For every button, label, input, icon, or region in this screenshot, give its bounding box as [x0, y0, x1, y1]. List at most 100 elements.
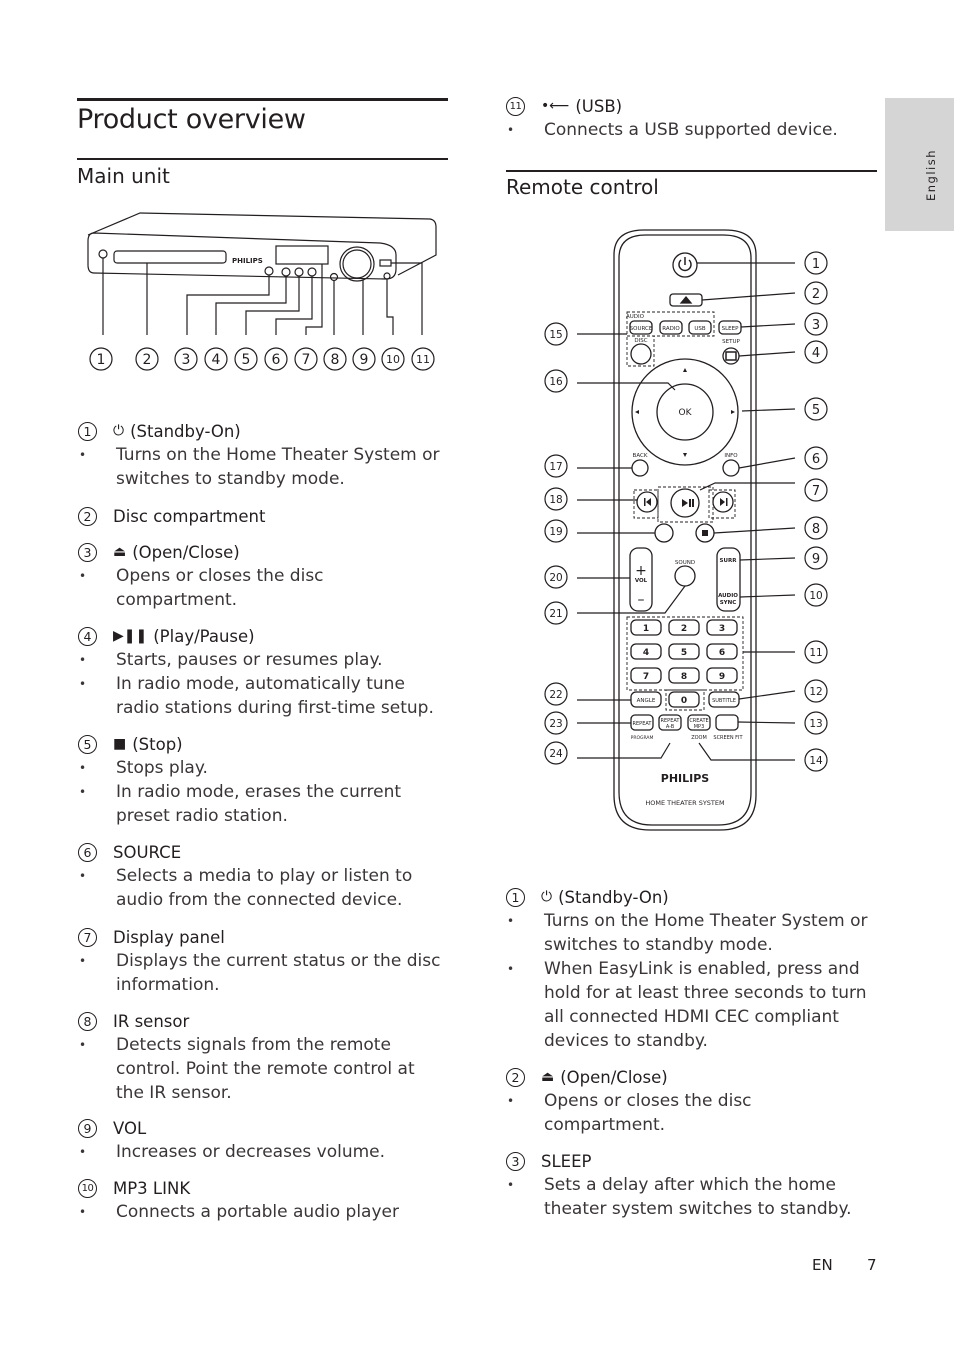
bullet-dot: • — [507, 1094, 515, 1108]
bullet-item: • Sets a delay after which the home theat… — [506, 1173, 871, 1221]
item-title: (Standby-On) — [130, 421, 241, 441]
bullet-text: Opens or closes the disc compartment. — [544, 1091, 752, 1135]
bullet-text: Opens or closes the disc compartment. — [116, 566, 324, 610]
item-7: 7 Display panel • Displays the current stat… — [78, 925, 443, 997]
item-title: (Play/Pause) — [153, 626, 255, 646]
bullet-item: • When EasyLink is enabled, press and hol… — [506, 957, 871, 1053]
remote-callout: 14 — [809, 755, 823, 767]
bullet-dot: • — [79, 653, 87, 667]
bullet-item: • Starts, pauses or resumes play. — [78, 648, 448, 672]
item-2: 2 Disc compartment — [78, 504, 458, 528]
item-3: 3 SLEEP • Sets a delay after which the home… — [506, 1149, 871, 1221]
back-button — [631, 459, 649, 477]
remote-callout: 20 — [549, 572, 562, 584]
standby-button — [98, 249, 108, 259]
item-heading: 10 MP3 LINK — [78, 1176, 443, 1200]
remote-callout: 15 — [549, 329, 562, 341]
remote-label: AUDIO — [626, 314, 645, 320]
item-heading: 9 VOL — [78, 1116, 443, 1140]
item-title: SOURCE — [113, 842, 182, 862]
bullet-item: • Turns on the Home Theater System or swi… — [506, 909, 871, 957]
remote-label: SUBTITLE — [712, 698, 736, 704]
item-number-badge: 4 — [78, 626, 97, 646]
disc-button — [630, 343, 652, 365]
item-4: 4 ▶❚❚ (Play/Pause) • Starts, pauses or resum… — [78, 624, 448, 720]
info-button — [722, 459, 740, 477]
remote-label: SOUND — [675, 560, 695, 566]
item-heading: 3 ⏏ (Open/Close) — [78, 540, 443, 564]
remote-label: SETUP — [722, 339, 740, 345]
item-heading: 6 SOURCE — [78, 840, 443, 864]
sound-button — [674, 565, 696, 587]
play-pause-icon: ▶❚❚ — [113, 628, 148, 644]
unit-callout: 1 — [97, 352, 106, 368]
bullet-text: Displays the current status or the disc … — [116, 951, 441, 995]
digit-key: 8 — [681, 672, 687, 682]
item-number-badge: 10 — [78, 1178, 97, 1198]
unit-callout: 3 — [182, 352, 191, 368]
item-9: 9 VOL • Increases or decreases volume. — [78, 1116, 443, 1164]
remote-label: PROGRAM — [631, 735, 654, 741]
usb-icon: •⟵ — [541, 98, 570, 114]
bullet-text: Detects signals from the remote control.… — [116, 1035, 415, 1103]
item-heading: 1 ⏻ (Standby-On) — [78, 419, 443, 443]
bullet-item: • Displays the current status or the disc… — [78, 949, 443, 997]
item-number-badge: 7 — [78, 927, 97, 947]
bullet-item: • Opens or closes the disc compartment. — [78, 564, 443, 612]
item-6: 6 SOURCE • Selects a media to play or liste… — [78, 840, 443, 912]
remote-callout: 11 — [809, 647, 822, 659]
remote-callout: 7 — [812, 484, 820, 499]
unit-callout: 9 — [360, 352, 369, 368]
bullet-text: Connects a USB supported device. — [544, 120, 838, 140]
bullet-text: Turns on the Home Theater System or swit… — [544, 911, 868, 955]
bullet-dot: • — [79, 448, 87, 462]
unit-callout: 2 — [143, 352, 152, 368]
mp3-link-jack — [383, 272, 391, 280]
item-title: (USB) — [575, 96, 623, 116]
remote-label: REPEAT — [633, 721, 653, 727]
remote-label: ZOOM — [691, 735, 707, 741]
item-number-badge: 1 — [506, 887, 525, 907]
item-number-badge: 8 — [78, 1011, 97, 1031]
page-number: 7 — [867, 1256, 877, 1274]
digit-key: 7 — [643, 672, 649, 682]
item-title: (Standby-On) — [558, 887, 669, 907]
remote-callout: 8 — [812, 522, 820, 537]
item-heading: 4 ▶❚❚ (Play/Pause) — [78, 624, 448, 648]
title-rule — [77, 98, 448, 101]
remote-label: SURR — [720, 558, 738, 564]
bullet-item: • Connects a USB supported device. — [506, 118, 871, 142]
bullet-item: • Detects signals from the remote control… — [78, 1033, 443, 1105]
main-unit-diagram: PHILIPS 1 2 3 4 5 6 7 8 9 10 11 — [87, 212, 437, 371]
bullet-text: Connects a portable audio player — [116, 1202, 399, 1222]
item-11: 11 •⟵ (USB) • Connects a USB supported devic… — [506, 94, 871, 142]
power-icon: ⏻ — [113, 423, 125, 439]
bullet-dot: • — [507, 1178, 515, 1192]
eject-icon: ⏏ — [113, 544, 127, 560]
digit-key: 3 — [719, 624, 725, 634]
bullet-item: • Turns on the Home Theater System or swi… — [78, 443, 443, 491]
item-5: 5 ■ (Stop) • Stops play. • In radio mode, eras… — [78, 732, 443, 828]
unit-callout: 8 — [331, 352, 340, 368]
svg-text:–: – — [638, 592, 645, 608]
svg-text:+: + — [635, 563, 647, 579]
item-title: (Open/Close) — [132, 542, 240, 562]
remote-control-heading: Remote control — [506, 175, 659, 199]
bullet-dot: • — [79, 954, 87, 968]
unit-callout: 6 — [272, 352, 281, 368]
bullet-text: Turns on the Home Theater System or swit… — [116, 445, 440, 489]
remote-model-text: HOME THEATER SYSTEM — [645, 799, 724, 807]
remote-callout: 23 — [549, 718, 562, 730]
remote-callout: 17 — [549, 461, 562, 473]
item-title: Display panel — [113, 927, 225, 947]
item-heading: 7 Display panel — [78, 925, 443, 949]
item-heading: 2 ⏏ (Open/Close) — [506, 1065, 871, 1089]
remote-callout: 6 — [812, 452, 820, 467]
item-number-badge: 2 — [506, 1067, 525, 1087]
digit-key: 0 — [681, 696, 687, 706]
item-10: 10 MP3 LINK • Connects a portable audio pla… — [78, 1176, 443, 1224]
item-heading: 3 SLEEP — [506, 1149, 871, 1173]
bullet-dot: • — [79, 761, 87, 775]
digit-key: 5 — [681, 648, 687, 658]
remote-label: A-B — [666, 724, 675, 730]
